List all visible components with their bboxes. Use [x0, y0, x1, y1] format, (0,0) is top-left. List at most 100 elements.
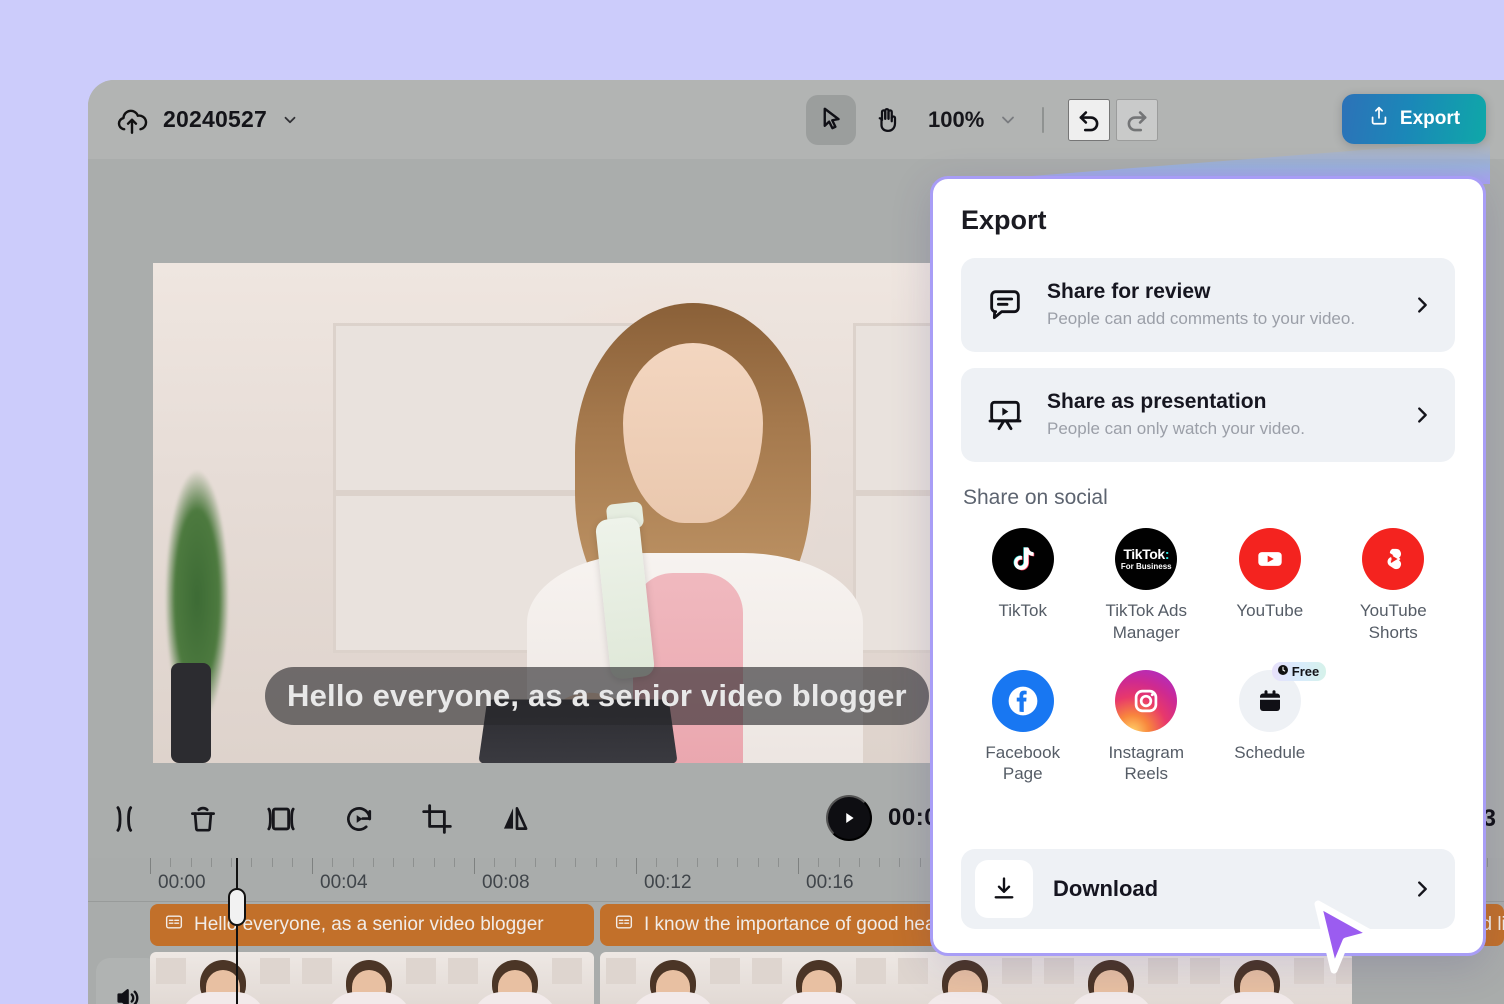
clock-icon [1277, 664, 1289, 679]
redo-button[interactable] [1116, 99, 1159, 141]
view-tools: 100% [806, 94, 1159, 146]
cloud-upload-icon[interactable] [115, 103, 149, 137]
social-label: YouTube Shorts [1359, 601, 1427, 642]
play-button[interactable] [826, 795, 872, 841]
social-item-youtube-shorts[interactable]: YouTube Shorts [1332, 528, 1456, 644]
zoom-level[interactable]: 100% [928, 107, 984, 133]
ruler-tick [1486, 858, 1488, 867]
playhead-handle[interactable] [228, 888, 246, 926]
ruler-tick [332, 858, 334, 867]
share-as-presentation-text: Share as presentation People can only wa… [1029, 388, 1411, 442]
ruler-tick [879, 858, 880, 867]
social-item-youtube[interactable]: YouTube [1208, 528, 1332, 644]
share-on-social-heading: Share on social [963, 486, 1108, 509]
chevron-right-icon[interactable] [1411, 404, 1433, 426]
social-item-tiktok-ads-manager[interactable]: TikTok: For Business TikTok Ads Manager [1085, 528, 1209, 644]
ruler-tick [757, 858, 759, 867]
ruler-tick [453, 858, 455, 867]
social-label: Instagram Reels [1108, 742, 1185, 784]
social-label: Schedule [1234, 742, 1306, 762]
mouse-pointer-icon [1310, 900, 1380, 976]
ruler-tick [777, 858, 779, 867]
share-as-presentation-row[interactable]: Share as presentation People can only wa… [961, 368, 1455, 462]
chevron-right-icon[interactable] [1411, 294, 1433, 316]
ruler-label: 00:12 [644, 872, 692, 893]
flip-icon[interactable] [491, 795, 539, 843]
hand-tool[interactable] [862, 95, 912, 145]
ruler-tick [575, 858, 577, 867]
ruler-tick [615, 858, 617, 867]
social-item-facebook-page[interactable]: Facebook Page [961, 669, 1085, 786]
ruler-label: 00:00 [158, 872, 206, 893]
presentation-play-icon [981, 391, 1029, 439]
social-item-instagram-reels[interactable]: Instagram Reels [1085, 669, 1209, 786]
ruler-tick [474, 858, 475, 874]
ruler-tick [737, 858, 739, 867]
share-for-review-row[interactable]: Share for review People can add comments… [961, 258, 1455, 352]
ruler-tick [798, 858, 799, 874]
chevron-right-icon[interactable] [1411, 878, 1433, 900]
subtitle-icon [164, 912, 184, 938]
ruler-tick [271, 858, 273, 867]
ruler-tick [595, 858, 597, 867]
text-clip-label: Hello everyone, as a senior video blogge… [194, 914, 544, 935]
ruler-tick [433, 858, 435, 867]
timeline-playhead[interactable] [228, 858, 246, 1004]
free-badge-label: Free [1291, 663, 1320, 679]
text-clip[interactable]: Hello everyone, as a senior video blogge… [150, 904, 594, 946]
share-upload-icon [1368, 105, 1390, 133]
youtube-icon [1238, 528, 1301, 590]
ruler-label: 00:08 [482, 872, 530, 893]
select-tool[interactable] [806, 95, 856, 145]
export-panel: Export Share for review People can add c… [930, 176, 1486, 956]
ruler-tick [514, 858, 516, 867]
project-title: 20240527 [163, 106, 267, 132]
subtitle-icon [614, 912, 634, 938]
toolbar-divider [1042, 107, 1045, 133]
tiktok-for-business-icon: TikTok: For Business [1115, 528, 1178, 590]
ruler-tick [899, 858, 901, 867]
download-row[interactable]: Download [961, 849, 1455, 929]
chevron-down-icon[interactable] [281, 111, 299, 129]
social-item-schedule[interactable]: Free Schedule [1208, 661, 1332, 786]
ruler-tick [170, 858, 172, 867]
export-button[interactable]: Export [1342, 94, 1486, 144]
ruler-tick [372, 858, 374, 867]
ruler-tick [919, 858, 921, 867]
top-bar: 20240527 100% Export [88, 80, 1504, 159]
decor-microphone [171, 663, 211, 763]
ruler-tick [150, 858, 151, 874]
ruler-label: 00:16 [806, 872, 854, 893]
trim-brackets-icon[interactable] [257, 795, 305, 843]
thumbnail-strip [600, 952, 1352, 1004]
chevron-down-icon[interactable] [998, 110, 1018, 130]
comment-bubble-icon [981, 281, 1029, 329]
edit-tool-buttons [88, 795, 539, 843]
ruler-tick [717, 858, 718, 867]
ruler-tick [190, 858, 192, 867]
ruler-tick [656, 858, 658, 867]
ruler-tick [838, 858, 840, 867]
export-button-label: Export [1399, 108, 1461, 129]
playback-controls: 00:0 [826, 795, 938, 841]
free-badge: Free [1271, 661, 1327, 681]
undo-button[interactable] [1068, 99, 1111, 141]
download-label: Download [1053, 876, 1159, 901]
ruler-tick [231, 858, 232, 867]
download-icon [975, 860, 1033, 918]
rotate-play-icon[interactable] [335, 795, 383, 843]
video-caption[interactable]: Hello everyone, as a senior video blogge… [265, 667, 929, 725]
crop-icon[interactable] [413, 795, 461, 843]
ruler-tick [555, 858, 556, 867]
thumbnail-strip [150, 952, 594, 1004]
split-tool[interactable] [101, 795, 149, 843]
ruler-tick [413, 858, 415, 867]
video-clip[interactable] [150, 952, 594, 1004]
youtube-shorts-icon [1362, 528, 1425, 590]
trash-icon[interactable] [179, 795, 227, 843]
ruler-tick [494, 858, 496, 867]
ruler-tick [534, 858, 536, 867]
social-item-tiktok[interactable]: TikTok [961, 528, 1085, 644]
video-clip[interactable] [600, 952, 1352, 1004]
ruler-tick [676, 858, 678, 867]
